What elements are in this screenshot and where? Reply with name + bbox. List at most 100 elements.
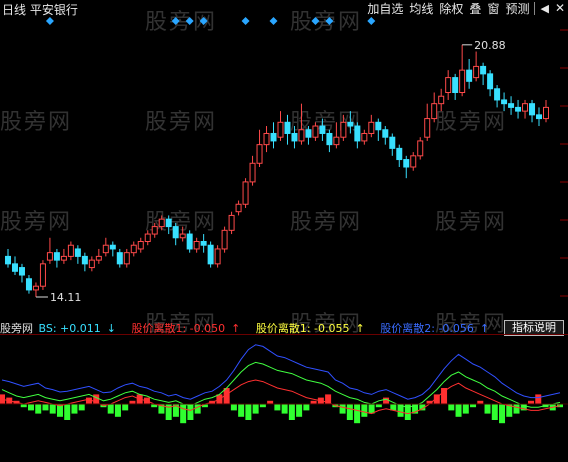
histogram-bar <box>230 404 237 411</box>
add-watchlist-button[interactable]: 加自选 <box>364 0 406 17</box>
candle-body <box>235 203 242 213</box>
candle-body <box>102 244 109 254</box>
candle-body <box>18 267 25 276</box>
candle-body <box>333 136 340 146</box>
candle-body <box>214 248 221 265</box>
candle-body <box>326 132 333 146</box>
histogram-bar <box>296 404 303 417</box>
candle-body <box>368 121 375 134</box>
histogram-bar <box>288 404 295 420</box>
candle-body <box>46 252 53 261</box>
histogram-bar <box>194 404 201 414</box>
candle-body <box>74 248 81 257</box>
histogram-bar <box>491 404 498 420</box>
histogram-bar <box>78 404 85 411</box>
candle-body <box>445 77 452 93</box>
moving-average-button[interactable]: 均线 <box>406 0 436 17</box>
candle-body <box>137 241 144 250</box>
candle-body <box>263 132 270 146</box>
candle-body <box>109 244 116 250</box>
candle-body <box>207 244 214 265</box>
candle-body <box>466 69 473 82</box>
forecast-button[interactable]: 预测 <box>502 0 532 17</box>
candle-body <box>438 95 445 105</box>
candle-body <box>123 252 130 265</box>
candle-body <box>32 285 39 291</box>
stock-name: 平安银行 <box>29 3 78 17</box>
histogram-bar <box>187 404 194 420</box>
histogram-bar <box>114 404 121 417</box>
signal-diamond-icon <box>45 17 54 25</box>
candle-body <box>424 118 431 138</box>
candle-body <box>536 114 543 120</box>
candle-body <box>319 125 326 134</box>
candle-body <box>354 125 361 142</box>
histogram-bar <box>245 404 252 420</box>
histogram-bar <box>462 404 469 414</box>
candle-body <box>305 129 312 138</box>
signal-diamond-icon <box>199 17 208 25</box>
candle-body <box>172 226 179 239</box>
candle-body <box>39 263 46 287</box>
candle-body <box>340 121 347 138</box>
candle-body <box>200 241 207 246</box>
candle-body <box>165 218 172 228</box>
histogram-bar <box>513 404 520 414</box>
candle-body <box>347 121 354 127</box>
histogram-bar <box>303 404 310 411</box>
candle-body <box>67 244 74 257</box>
candle-body <box>312 125 319 138</box>
candle-body <box>410 155 417 168</box>
histogram-bar <box>361 404 368 417</box>
window-button[interactable]: 窗 <box>484 0 502 17</box>
indicator-chart[interactable] <box>0 336 568 462</box>
histogram-bar <box>35 404 42 414</box>
histogram-bar <box>354 404 361 424</box>
candle-body <box>480 65 487 75</box>
candle-body <box>60 255 67 261</box>
candle-body <box>494 88 501 101</box>
histogram-bar <box>274 404 281 411</box>
candle-body <box>291 132 298 142</box>
candle-body <box>501 99 508 105</box>
overlay-button[interactable]: 叠 <box>466 0 484 17</box>
signal-diamond-icon <box>185 17 194 25</box>
candle-body <box>375 121 382 131</box>
candle-body <box>396 147 403 161</box>
ex-rights-button[interactable]: 除权 <box>436 0 466 17</box>
candle-body <box>242 181 249 205</box>
candle-body <box>144 233 151 243</box>
candle-body <box>543 106 549 120</box>
candle-body <box>179 233 186 239</box>
signal-diamond-icon <box>241 17 250 25</box>
toolbar-divider <box>534 1 536 15</box>
candle-body <box>508 103 515 108</box>
candle-body <box>298 129 305 142</box>
candle-body <box>95 255 102 261</box>
histogram-bar <box>281 404 288 414</box>
panel-divider <box>0 334 568 335</box>
histogram-bar <box>42 404 49 411</box>
candle-body <box>249 162 256 183</box>
period-label: 日线 <box>2 3 27 17</box>
histogram-bar <box>339 404 346 414</box>
histogram-bar <box>448 404 455 411</box>
histogram-bar <box>180 404 187 424</box>
candle-body <box>11 263 18 272</box>
candle-body <box>417 140 424 157</box>
histogram-bar <box>252 404 259 414</box>
chart-toolbar: 加自选 均线 除权 叠 窗 预测 ◀ ✕ <box>364 0 568 16</box>
histogram-bar <box>64 404 71 420</box>
price-chart[interactable]: 20.88 14.11 <box>0 0 568 318</box>
series-blue-line <box>1 344 561 400</box>
close-icon[interactable]: ✕ <box>552 1 568 15</box>
candle-body <box>88 259 95 269</box>
indicator-legend: 股旁网 BS: +0.011 ↓ 股价离散1: -0.050 ↑ 股价离散1: -0… <box>0 320 501 335</box>
candle-body <box>186 233 193 250</box>
candle-body <box>25 278 32 291</box>
back-arrow-icon[interactable]: ◀ <box>537 2 551 15</box>
candle-body <box>403 159 410 168</box>
candle-body <box>221 229 228 250</box>
stock-title: 日线 平安银行 <box>2 1 78 18</box>
candle-body <box>151 226 158 235</box>
